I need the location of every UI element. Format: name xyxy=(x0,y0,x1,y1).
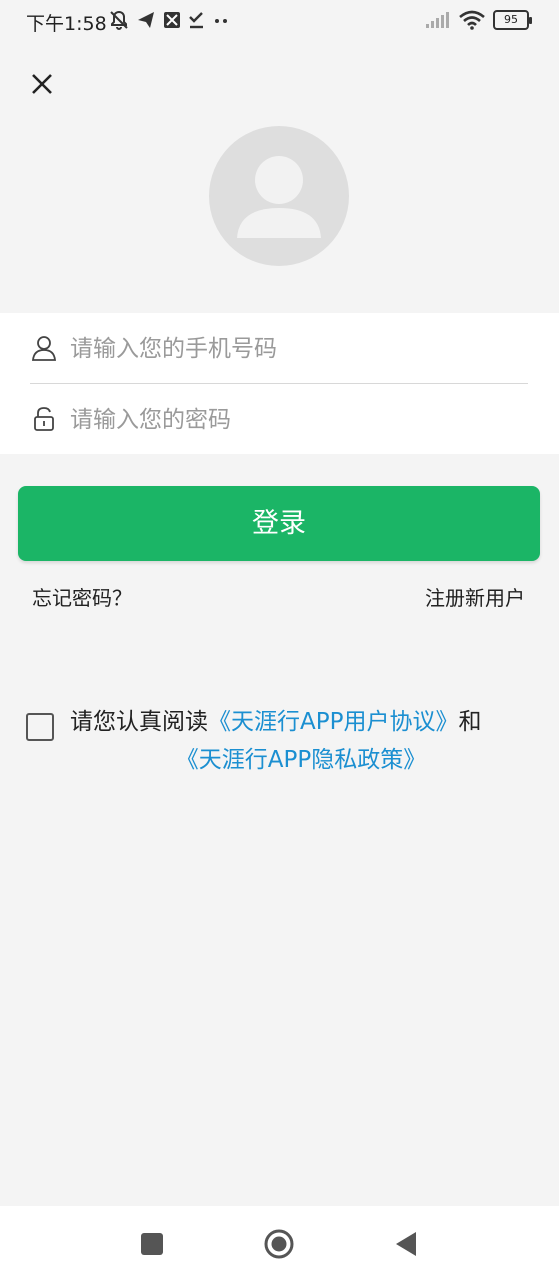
user-agreement-link[interactable]: 《天涯行APP用户协议》 xyxy=(208,709,458,735)
phone-field-row xyxy=(0,313,559,384)
login-form xyxy=(0,313,559,454)
user-icon xyxy=(32,336,56,361)
avatar xyxy=(209,126,349,266)
notification-icons xyxy=(108,9,230,31)
lock-icon xyxy=(34,407,54,431)
navigation-bar xyxy=(0,1206,559,1280)
agreement-conjunction: 和 xyxy=(458,709,482,735)
recent-apps-icon xyxy=(141,1233,163,1255)
password-input[interactable] xyxy=(68,398,522,442)
password-field-row xyxy=(0,384,559,454)
home-icon xyxy=(264,1229,294,1259)
wifi-icon xyxy=(459,10,485,30)
status-right: 95 xyxy=(425,10,532,30)
user-avatar-icon xyxy=(237,156,321,238)
forgot-password-link[interactable]: 忘记密码？ xyxy=(32,582,132,611)
status-time: 下午1:58 xyxy=(26,13,107,35)
photo-icon xyxy=(164,12,180,28)
privacy-policy-link[interactable]: 《天涯行APP隐私政策》 xyxy=(176,747,426,773)
mute-bell-icon xyxy=(110,10,128,30)
check-icon xyxy=(189,12,203,29)
signal-icon xyxy=(426,12,449,28)
send-icon xyxy=(138,12,154,28)
register-link[interactable]: 注册新用户 xyxy=(425,582,525,611)
back-icon xyxy=(396,1232,416,1256)
battery-icon: 95 xyxy=(493,10,532,30)
login-button[interactable]: 登录 xyxy=(18,486,540,561)
more-dots-icon xyxy=(215,19,227,23)
agreement-text: 请您认真阅读《天涯行APP用户协议》和 《天涯行APP隐私政策》 xyxy=(70,703,550,779)
status-bar: 下午1:58 95 xyxy=(0,0,559,42)
recent-apps-button[interactable] xyxy=(136,1228,168,1260)
agreement-prefix: 请您认真阅读 xyxy=(70,709,208,735)
close-button[interactable] xyxy=(26,68,58,100)
home-button[interactable] xyxy=(263,1228,295,1260)
phone-input[interactable] xyxy=(68,327,522,371)
back-button[interactable] xyxy=(390,1228,422,1260)
agreement-checkbox[interactable] xyxy=(26,713,54,741)
close-icon xyxy=(32,74,52,94)
